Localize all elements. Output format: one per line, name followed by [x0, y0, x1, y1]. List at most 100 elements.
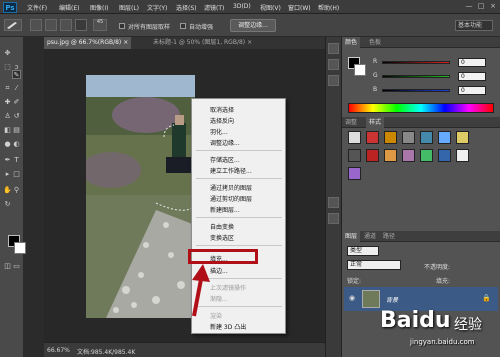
sample-all-layers-checkbox[interactable] — [119, 23, 125, 29]
channel-b-slider[interactable] — [382, 89, 450, 92]
menu-filter[interactable]: 滤镜(T) — [204, 3, 224, 12]
gradient-tool-icon[interactable]: ▤ — [12, 126, 21, 135]
new-selection-mode-button[interactable] — [30, 19, 42, 31]
add-to-selection-button[interactable] — [45, 19, 57, 31]
tab-swatches[interactable]: 色板 — [366, 37, 384, 48]
tab-untitled-1[interactable]: 未标题-1 @ 50% (图层1, RGB/8) × — [150, 37, 255, 49]
subtract-selection-button[interactable] — [60, 19, 72, 31]
refine-edge-button[interactable]: 调整边缘... — [230, 19, 276, 32]
menu-layer[interactable]: 图层(L) — [119, 3, 139, 12]
menu-edit[interactable]: 编辑(E) — [59, 3, 79, 12]
style-swatch[interactable] — [456, 131, 469, 144]
marquee-tool-icon[interactable]: ⬚ — [3, 63, 12, 72]
pen-tool-icon[interactable]: ✒ — [3, 156, 12, 165]
eraser-tool-icon[interactable]: ◧ — [3, 126, 12, 135]
panel-bg-swatch[interactable] — [354, 64, 366, 76]
quick-mask-icon[interactable]: ◫ — [3, 262, 12, 271]
menu-item-free-transform[interactable]: 自由变换 — [210, 222, 234, 231]
menu-item-layer-via-copy[interactable]: 通过拷贝的图层 — [210, 183, 252, 192]
close-tab-icon[interactable]: × — [123, 39, 128, 46]
close-tab-icon[interactable]: × — [247, 39, 252, 46]
tab-paths[interactable]: 路径 — [380, 231, 398, 242]
style-swatch[interactable] — [456, 149, 469, 162]
channel-r-slider[interactable] — [382, 61, 450, 64]
channel-b-input[interactable]: 0 — [458, 86, 486, 95]
menu-item-transform-selection[interactable]: 变换选区 — [210, 233, 234, 242]
tab-layers[interactable]: 图层 — [342, 231, 361, 242]
menu-item-new-layer[interactable]: 新建图层... — [210, 205, 240, 214]
channel-g-input[interactable]: 0 — [458, 72, 486, 81]
style-swatch[interactable] — [402, 131, 415, 144]
tab-psu-jpg[interactable]: psu.jpg @ 66.7%(RGB/8) × — [44, 37, 132, 49]
intersect-selection-button[interactable] — [75, 19, 87, 31]
style-swatch[interactable] — [438, 149, 451, 162]
tab-styles[interactable]: 样式 — [366, 117, 385, 128]
menu-item-make-work-path[interactable]: 建立工作路径... — [210, 166, 252, 175]
dodge-tool-icon[interactable]: ◐ — [12, 140, 21, 149]
style-swatch[interactable] — [420, 149, 433, 162]
style-swatch[interactable] — [348, 149, 361, 162]
character-panel-icon[interactable] — [328, 213, 339, 224]
path-selection-icon[interactable]: ▸ — [3, 170, 12, 179]
layer-filter-select[interactable]: 类型 — [347, 246, 379, 256]
maximize-button[interactable]: □ — [476, 2, 486, 11]
style-swatch[interactable] — [438, 131, 451, 144]
style-swatch[interactable] — [348, 167, 361, 180]
history-brush-icon[interactable]: ↺ — [12, 112, 21, 121]
info-panel-icon[interactable] — [328, 75, 339, 86]
eyedropper-tool-icon[interactable]: ⁄ — [12, 84, 21, 93]
3d-rotate-icon[interactable]: ↻ — [3, 200, 12, 209]
menu-help[interactable]: 帮助(H) — [318, 3, 339, 12]
menu-file[interactable]: 文件(F) — [27, 3, 47, 12]
channel-r-input[interactable]: 0 — [458, 58, 486, 67]
color-spectrum-bar[interactable] — [348, 103, 494, 113]
visibility-eye-icon[interactable]: ◉ — [349, 294, 355, 302]
style-swatch[interactable] — [348, 131, 361, 144]
menu-item-deselect[interactable]: 取消选择 — [210, 105, 234, 114]
document-photo[interactable] — [86, 75, 195, 318]
type-tool-icon[interactable]: T — [12, 156, 21, 165]
tab-adjustments[interactable]: 调整 — [342, 117, 360, 128]
auto-enhance-checkbox[interactable] — [180, 23, 186, 29]
tab-color[interactable]: 颜色 — [342, 37, 361, 48]
close-window-button[interactable]: × — [488, 2, 498, 11]
clone-stamp-icon[interactable]: ♙ — [3, 112, 12, 121]
quick-selection-tool-icon[interactable]: ✎ — [12, 70, 21, 79]
menu-item-new-3d-extrusion[interactable]: 新建 3D 凸出 — [210, 322, 246, 331]
blur-tool-icon[interactable]: ● — [3, 140, 12, 149]
menu-3d[interactable]: 3D(D) — [233, 3, 251, 10]
brush-tool-icon[interactable]: ✐ — [12, 98, 21, 107]
healing-brush-icon[interactable]: ✚ — [3, 98, 12, 107]
style-swatch[interactable] — [420, 131, 433, 144]
style-swatch[interactable] — [366, 149, 379, 162]
style-swatch[interactable] — [384, 149, 397, 162]
menu-item-select-inverse[interactable]: 选择反向 — [210, 116, 234, 125]
screen-mode-icon[interactable]: ▭ — [12, 262, 21, 271]
minimize-button[interactable]: — — [464, 2, 474, 11]
style-swatch[interactable] — [366, 131, 379, 144]
channel-g-slider[interactable] — [382, 75, 450, 78]
zoom-level[interactable]: 66.67% — [47, 347, 70, 354]
zoom-tool-icon[interactable]: ⚲ — [12, 186, 21, 195]
menu-image[interactable]: 图像(I) — [90, 3, 108, 12]
menu-view[interactable]: 视图(V) — [260, 3, 281, 12]
menu-item-layer-via-cut[interactable]: 通过剪切的图层 — [210, 194, 252, 203]
menu-item-save-selection[interactable]: 存储选区... — [210, 155, 240, 164]
menu-item-refine-edge[interactable]: 调整边缘... — [210, 138, 240, 147]
hand-tool-icon[interactable]: ✋ — [3, 186, 12, 195]
history-panel-icon[interactable] — [328, 43, 339, 54]
crop-tool-icon[interactable]: ⌗ — [3, 84, 12, 93]
tool-preset-picker[interactable] — [4, 19, 22, 31]
brush-panel-icon[interactable] — [328, 197, 339, 208]
menu-item-feather[interactable]: 羽化... — [210, 127, 228, 136]
move-tool-icon[interactable]: ✥ — [3, 49, 12, 58]
background-color-swatch[interactable] — [14, 242, 26, 254]
workspace-select[interactable]: 基本功能 — [455, 20, 493, 31]
menu-window[interactable]: 窗口(W) — [288, 3, 311, 12]
style-swatch[interactable] — [402, 149, 415, 162]
shape-tool-icon[interactable]: □ — [12, 170, 21, 179]
properties-panel-icon[interactable] — [328, 59, 339, 70]
style-swatch[interactable] — [384, 131, 397, 144]
menu-type[interactable]: 文字(Y) — [147, 3, 167, 12]
blend-mode-select[interactable]: 正常 — [347, 260, 401, 270]
